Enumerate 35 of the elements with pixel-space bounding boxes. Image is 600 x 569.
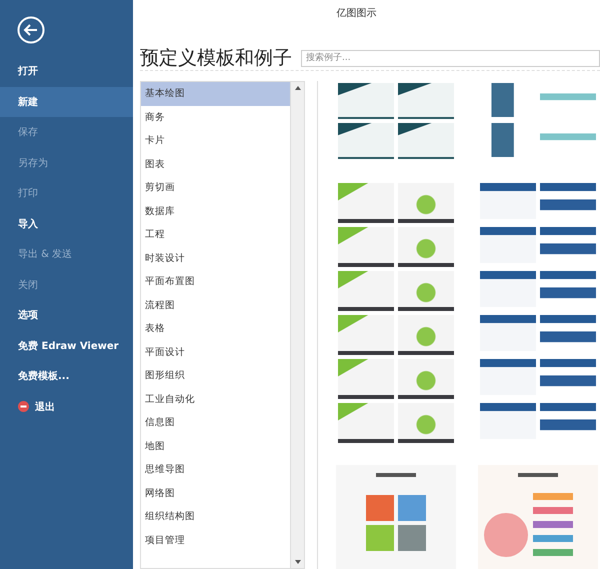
menu-item[interactable]: 免费 Edraw Viewer bbox=[0, 330, 133, 361]
scrollbar[interactable] bbox=[291, 81, 305, 569]
menu-item[interactable]: 退出 bbox=[0, 392, 133, 422]
template-thumbnail[interactable] bbox=[336, 81, 456, 161]
category-item[interactable]: 流程图 bbox=[141, 294, 290, 317]
category-item[interactable]: 时装设计 bbox=[141, 246, 290, 270]
category-item[interactable]: 工程 bbox=[141, 223, 290, 246]
search-field[interactable]: 搜索例子... bbox=[301, 50, 600, 66]
category-item[interactable]: 基本绘图 bbox=[141, 82, 290, 106]
page-heading: 预定义模板和例子 bbox=[140, 46, 292, 71]
category-item[interactable]: 数据库 bbox=[141, 200, 290, 223]
menu-item[interactable]: 打开 bbox=[0, 56, 133, 86]
menu-label: 退出 bbox=[35, 400, 55, 414]
category-item[interactable]: 组织结构图 bbox=[141, 505, 290, 528]
category-item[interactable]: 工业自动化 bbox=[141, 388, 290, 411]
category-item[interactable]: 表格 bbox=[141, 317, 290, 340]
menu-item[interactable]: 免费模板... bbox=[0, 361, 133, 392]
stop-icon bbox=[18, 401, 29, 412]
menu-item[interactable]: 选项 bbox=[0, 300, 133, 330]
category-item[interactable]: 商务 bbox=[141, 106, 290, 129]
category-item[interactable]: 卡片 bbox=[141, 129, 290, 152]
category-item[interactable]: 图表 bbox=[141, 152, 290, 176]
template-thumbnail[interactable] bbox=[336, 181, 456, 445]
category-item[interactable]: 思维导图 bbox=[141, 458, 290, 482]
category-item[interactable]: 信息图 bbox=[141, 411, 290, 434]
menu-item[interactable]: 导入 bbox=[0, 208, 133, 239]
menu-item[interactable]: 新建 bbox=[0, 86, 133, 117]
category-item[interactable]: 网络图 bbox=[141, 482, 290, 505]
category-item[interactable]: 平面布置图 bbox=[141, 270, 290, 294]
category-item[interactable]: 地图 bbox=[141, 434, 290, 458]
category-item[interactable]: 剪切画 bbox=[141, 176, 290, 200]
window-title: 亿图图示 bbox=[336, 7, 376, 21]
category-item[interactable]: 图形组织 bbox=[141, 364, 290, 388]
category-item[interactable]: 平面设计 bbox=[141, 340, 290, 364]
category-item[interactable]: 项目管理 bbox=[141, 528, 290, 552]
